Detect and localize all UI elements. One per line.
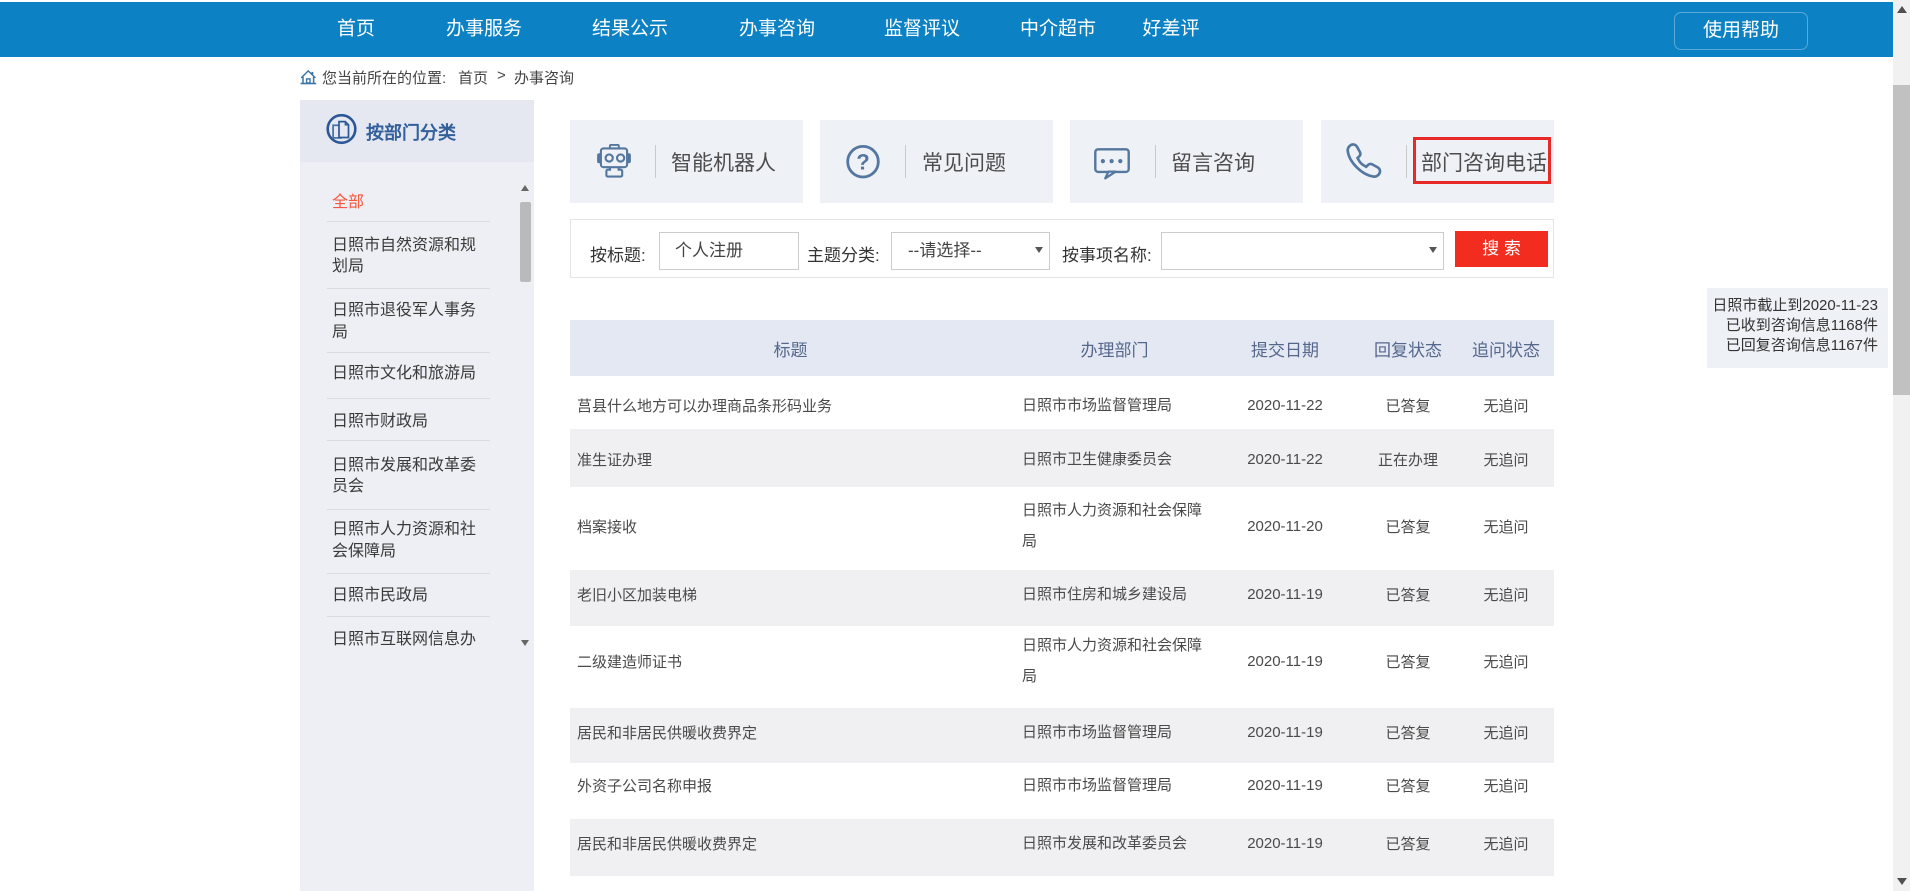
svg-text:?: ?	[856, 149, 869, 174]
